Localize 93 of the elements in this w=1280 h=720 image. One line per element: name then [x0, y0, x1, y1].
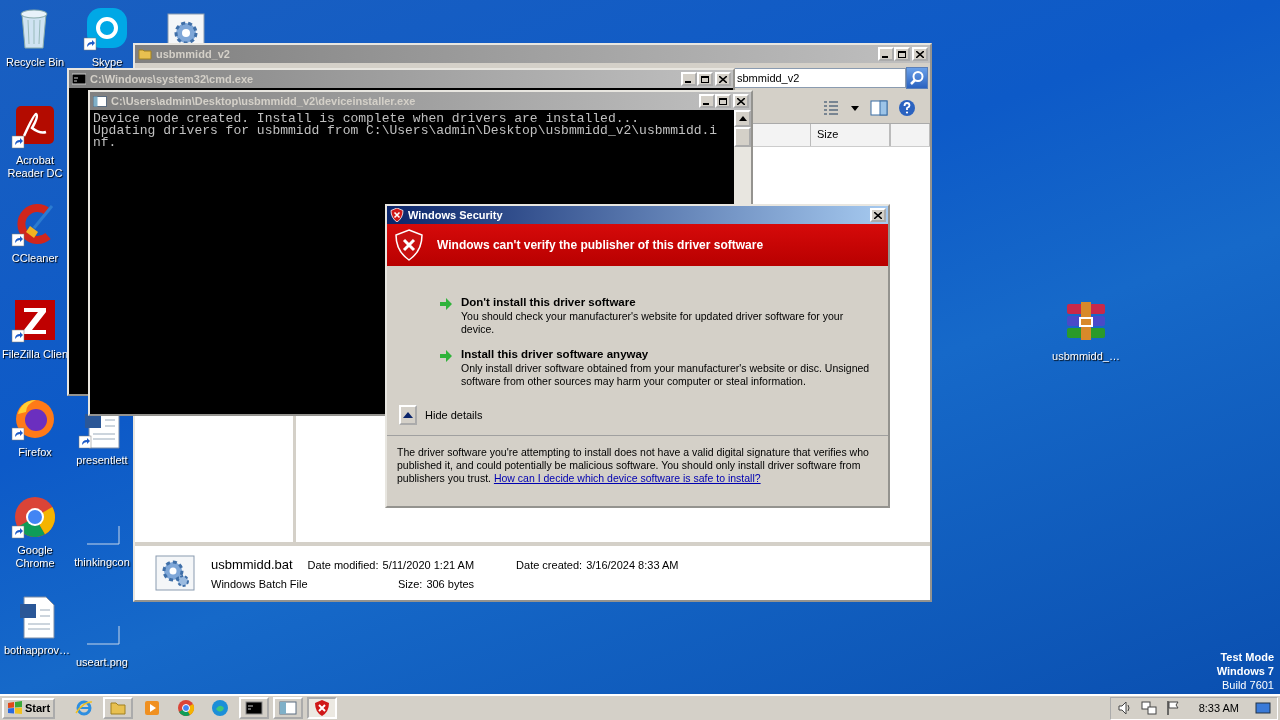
- minimize-button[interactable]: [681, 72, 697, 86]
- icon-label: CCleaner: [11, 252, 59, 265]
- option-button[interactable]: Install this driver software anyway: [461, 348, 872, 360]
- scroll-thumb[interactable]: [734, 127, 751, 147]
- window-icon: [279, 699, 298, 717]
- close-icon: [916, 50, 924, 58]
- icon-label: Skype: [91, 56, 123, 69]
- close-button[interactable]: [733, 94, 749, 108]
- flag-icon[interactable]: [1164, 700, 1181, 716]
- field-value: 306 bytes: [426, 577, 475, 590]
- window-icon: [93, 94, 107, 108]
- minimize-button[interactable]: [699, 94, 715, 108]
- icon-label: bothapprov…: [3, 644, 70, 657]
- file-name: usbmmidd.bat: [211, 556, 294, 572]
- window-title: usbmmidd_v2: [156, 48, 231, 60]
- icon-label: usbmmidd_…: [1052, 350, 1120, 363]
- close-button[interactable]: [912, 47, 928, 61]
- maximize-icon: [898, 50, 906, 58]
- column-header[interactable]: Size: [810, 124, 890, 146]
- icon-label: useart.png: [76, 656, 128, 669]
- console-line: nf.: [93, 137, 117, 149]
- network-icon[interactable]: [1140, 700, 1157, 716]
- shield-icon: [390, 208, 404, 222]
- filezilla-icon[interactable]: [12, 298, 58, 344]
- chrome-icon: [177, 699, 196, 717]
- icon-label: Google Chrome: [14, 544, 56, 570]
- close-icon: [737, 97, 745, 105]
- icon-label: Firefox: [18, 446, 52, 459]
- clock[interactable]: 8:33 AM: [1198, 702, 1239, 714]
- speaker-icon[interactable]: [1116, 700, 1133, 716]
- console-line: Updating drivers for usbmmidd from C:\Users\admin\Desktop\usbmmidd_v2\usbmmidd.i: [93, 125, 719, 137]
- shield-icon: [313, 699, 332, 717]
- toggle-label: Hide details: [425, 409, 483, 421]
- maximize-button[interactable]: [697, 72, 713, 86]
- up-arrow-icon: [738, 116, 747, 121]
- console-icon: [72, 72, 86, 86]
- window-title: Windows Security: [408, 209, 504, 221]
- field-value: 5/11/2020 1:21 AM: [382, 558, 475, 571]
- icon-label: presentlett: [76, 454, 128, 467]
- scroll-up-button[interactable]: [734, 110, 751, 127]
- option-description: Only install driver software obtained from your manufacturer's website or disc. Unsigned software from other sources may harm your computer or steal information.: [461, 362, 871, 388]
- details-paragraph: The driver software you're attempting to install does not have a valid digital signature that verifies who published it, and could potentially be malicious software. You should only install driver software from publishers you trust. How can I decide which device software is safe to install?: [397, 446, 869, 484]
- minimize-button[interactable]: [878, 47, 894, 61]
- gear-file-icon: [155, 555, 195, 591]
- taskbar-button[interactable]: [239, 697, 270, 719]
- console-line: Device node created. Install is complete when drivers are installed...: [93, 113, 640, 125]
- shield-icon: [395, 229, 423, 261]
- field-label: Date modified:: [307, 558, 379, 571]
- skype-icon[interactable]: [84, 6, 130, 52]
- search-button[interactable]: [906, 67, 928, 89]
- folder-icon: [138, 47, 152, 61]
- address-field[interactable]: sbmmidd_v2: [734, 68, 906, 88]
- show-desktop-icon[interactable]: [1255, 700, 1271, 716]
- explorer-icon: [109, 699, 128, 717]
- preview-pane-icon[interactable]: [870, 99, 888, 117]
- arrow-icon: [439, 297, 453, 311]
- chrome-icon[interactable]: [12, 494, 58, 540]
- close-button[interactable]: [715, 72, 731, 86]
- start-button[interactable]: Start: [2, 697, 56, 719]
- console-icon: [245, 699, 264, 717]
- field-value: 3/16/2024 8:33 AM: [586, 558, 679, 571]
- field-label: Date created:: [516, 558, 583, 571]
- up-arrow-icon: [403, 412, 413, 418]
- os-notice-text: Test Mode: [1220, 650, 1274, 664]
- icon-label: FileZilla Clien: [2, 348, 68, 361]
- icon-label: thinkingcon: [74, 556, 130, 569]
- field-label: Size:: [397, 577, 423, 590]
- details-toggle-button[interactable]: [399, 405, 417, 425]
- windows-flag-icon: [7, 701, 23, 715]
- help-link[interactable]: How can I decide which device software is safe to install?: [493, 472, 761, 484]
- maximize-icon: [719, 97, 727, 105]
- maximize-button[interactable]: [894, 47, 910, 61]
- icon-label: Acrobat Reader DC: [6, 154, 64, 180]
- icon-label: Recycle Bin: [5, 56, 65, 69]
- close-icon: [874, 211, 882, 219]
- edge-icon: [211, 699, 230, 717]
- help-icon[interactable]: [898, 99, 916, 117]
- search-icon: [909, 70, 925, 86]
- media-icon: [143, 699, 162, 717]
- warning-headline: Windows can't verify the publisher of this driver software: [437, 238, 764, 252]
- option-button[interactable]: Don't install this driver software: [461, 296, 872, 308]
- file-type: Windows Batch File: [211, 577, 308, 590]
- ie-icon: [75, 699, 94, 717]
- option-description: You should check your manufacturer's website for updated driver software for your device.: [461, 310, 845, 336]
- close-icon: [719, 75, 727, 83]
- arrow-icon: [439, 349, 453, 363]
- os-notice-text: Windows 7: [1216, 664, 1274, 678]
- caret-icon[interactable]: [850, 104, 860, 112]
- close-button[interactable]: [870, 208, 886, 222]
- os-notice-text: Build 7601: [1222, 678, 1274, 692]
- maximize-button[interactable]: [715, 94, 731, 108]
- maximize-icon: [701, 75, 709, 83]
- window-title: C:\Windows\system32\cmd.exe: [90, 73, 255, 85]
